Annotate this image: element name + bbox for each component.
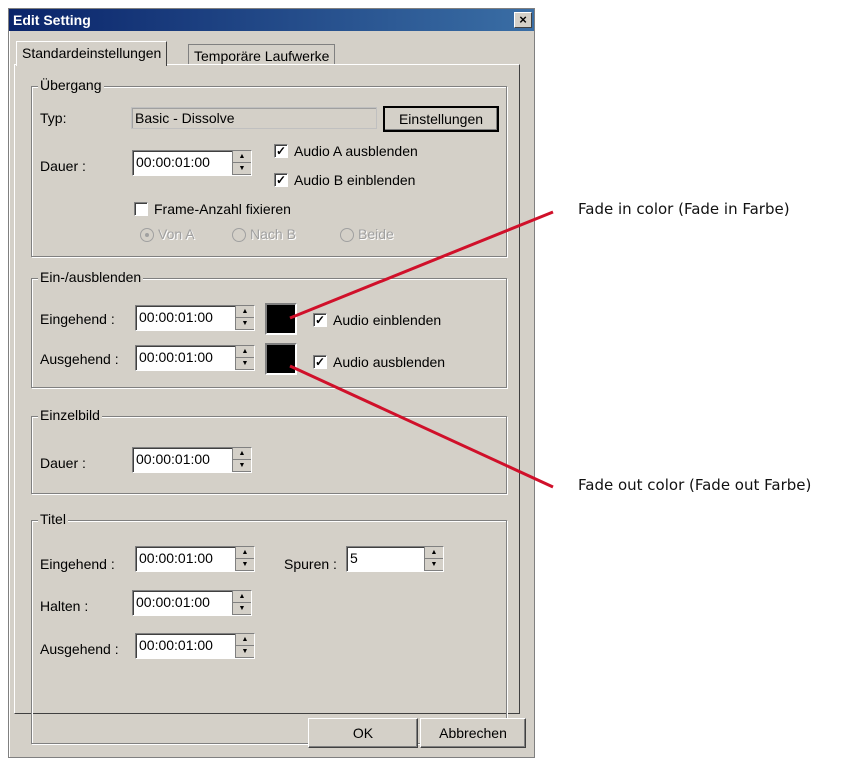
fade-in-annotation: Fade in color (Fade in Farbe) [578, 200, 790, 218]
fade-in-callout-line [289, 210, 554, 320]
fade-out-callout-line [289, 364, 554, 489]
fade-out-annotation: Fade out color (Fade out Farbe) [578, 476, 812, 494]
tab-standardeinstellungen[interactable]: Standardeinstellungen [16, 41, 168, 66]
annotation-lines [289, 210, 554, 489]
